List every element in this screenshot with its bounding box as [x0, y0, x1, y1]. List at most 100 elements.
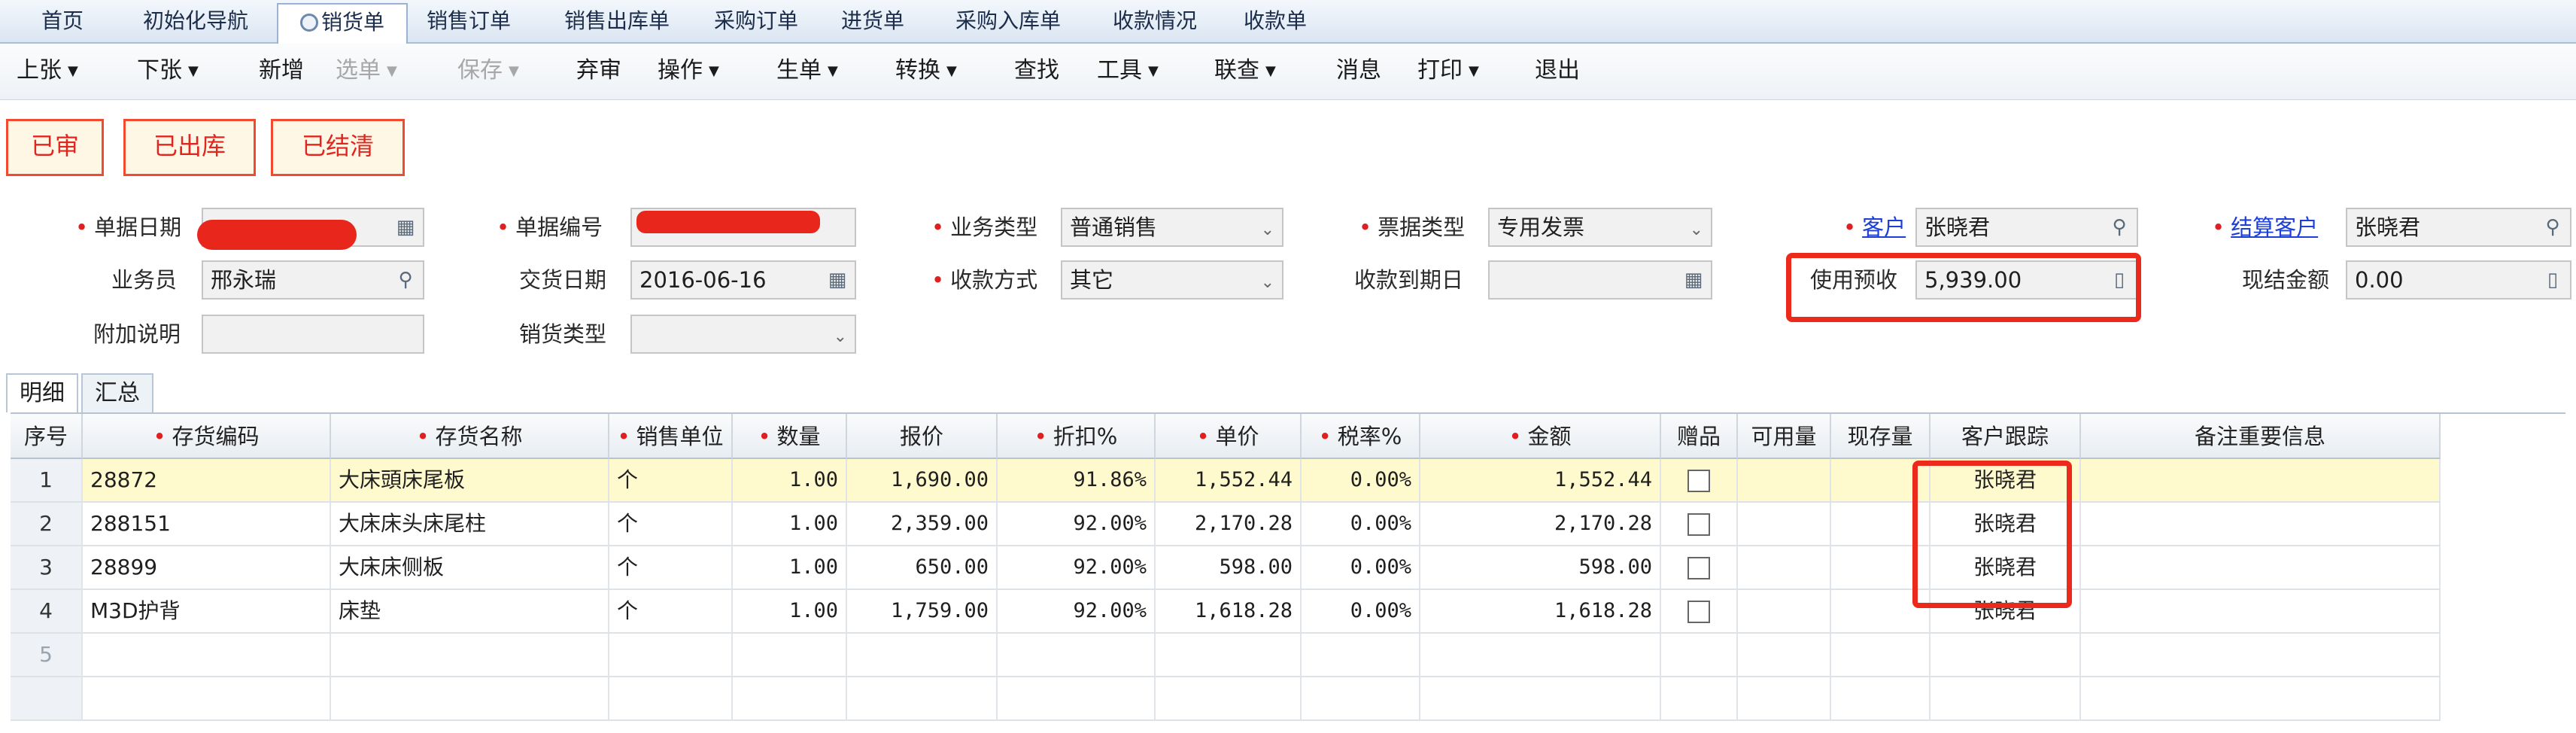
price-cell[interactable]	[1156, 634, 1302, 676]
table-row[interactable]: 3 28899 大床床侧板 个 1.00 650.00 92.00% 598.0…	[11, 546, 2441, 590]
item-name-cell[interactable]: 大床床头床尾柱	[331, 503, 609, 545]
subtab-detail[interactable]: 明细	[6, 373, 78, 412]
item-code-cell[interactable]: 288151	[83, 503, 331, 545]
linked-query-button[interactable]: 联查 ▼	[1214, 54, 1276, 87]
item-code-cell[interactable]: 28899	[83, 546, 331, 589]
gift-checkbox[interactable]	[1687, 470, 1710, 492]
find-button[interactable]: 查找	[1014, 54, 1059, 87]
amount-cell[interactable]	[1420, 677, 1661, 719]
print-button[interactable]: 打印 ▼	[1417, 54, 1479, 87]
quote-cell[interactable]: 650.00	[847, 546, 998, 589]
calculator-icon[interactable]: ▯	[2540, 267, 2565, 293]
price-cell[interactable]: 2,170.28	[1156, 503, 1302, 545]
search-icon[interactable]: ⚲	[2107, 214, 2132, 240]
customer-link[interactable]: 客户	[1862, 214, 1906, 240]
operations-button[interactable]: 操作 ▼	[658, 54, 719, 87]
table-row[interactable]: 4 M3D护背 床垫 个 1.00 1,759.00 92.00% 1,618.…	[11, 590, 2441, 634]
unit-cell[interactable]: 个	[609, 590, 733, 632]
message-button[interactable]: 消息	[1336, 54, 1381, 87]
tab-purchase-receipt[interactable]: 进货单	[828, 3, 918, 41]
tab-sales-outbound[interactable]: 销售出库单	[542, 3, 692, 41]
calendar-icon[interactable]: ▦	[1681, 267, 1706, 293]
prev-button[interactable]: 上张 ▼	[17, 54, 78, 87]
qty-cell[interactable]: 1.00	[733, 459, 847, 501]
price-cell[interactable]: 1,552.44	[1156, 459, 1302, 501]
save-button[interactable]: 保存 ▼	[457, 54, 519, 87]
item-name-cell[interactable]	[331, 634, 609, 676]
biz-type-select[interactable]: 普通销售 ⌄	[1061, 208, 1283, 247]
remark-cell[interactable]	[2081, 590, 2441, 632]
remark-cell[interactable]	[2081, 677, 2441, 719]
tab-purchase-order[interactable]: 采购订单	[700, 3, 813, 41]
delivery-date-field[interactable]: 2016-06-16 ▦	[630, 260, 856, 300]
item-code-cell[interactable]	[83, 634, 331, 676]
amount-cell[interactable]: 1,552.44	[1420, 459, 1661, 501]
unit-cell[interactable]	[609, 634, 733, 676]
customer-field[interactable]: 张晓君 ⚲	[1915, 208, 2138, 247]
new-button[interactable]: 新增	[259, 54, 304, 87]
qty-cell[interactable]	[733, 677, 847, 719]
col-header-gift[interactable]: 赠品	[1661, 414, 1738, 459]
col-header-name[interactable]: • 存货名称	[331, 414, 609, 459]
gift-checkbox[interactable]	[1687, 513, 1710, 536]
tax-cell[interactable]: 0.00%	[1302, 590, 1420, 632]
tab-receipt[interactable]: 收款单	[1226, 3, 1324, 41]
qty-cell[interactable]: 1.00	[733, 546, 847, 589]
discount-cell[interactable]: 92.00%	[998, 546, 1156, 589]
col-header-discount[interactable]: • 折扣%	[998, 414, 1156, 459]
quote-cell[interactable]	[847, 634, 998, 676]
qty-cell[interactable]: 1.00	[733, 503, 847, 545]
qty-cell[interactable]	[733, 634, 847, 676]
tab-collection-status[interactable]: 收款情况	[1098, 3, 1211, 41]
remark-cell[interactable]	[2081, 459, 2441, 501]
calendar-icon[interactable]: ▦	[393, 214, 418, 240]
tab-sales-invoice[interactable]: 销货单	[277, 3, 408, 44]
tools-button[interactable]: 工具 ▼	[1097, 54, 1159, 87]
amount-cell[interactable]: 2,170.28	[1420, 503, 1661, 545]
col-header-tax[interactable]: • 税率%	[1302, 414, 1420, 459]
exit-button[interactable]: 退出	[1535, 54, 1580, 87]
discount-cell[interactable]: 91.86%	[998, 459, 1156, 501]
due-date-field[interactable]: ▦	[1488, 260, 1712, 300]
col-header-quote[interactable]: 报价	[847, 414, 998, 459]
item-name-cell[interactable]	[331, 677, 609, 719]
sales-type-select[interactable]: ⌄	[630, 315, 856, 354]
discount-cell[interactable]	[998, 677, 1156, 719]
col-header-code[interactable]: • 存货编码	[83, 414, 331, 459]
next-button[interactable]: 下张 ▼	[137, 54, 199, 87]
item-name-cell[interactable]: 大床頭床尾板	[331, 459, 609, 501]
col-header-no[interactable]: 序号	[11, 414, 83, 459]
tab-init-nav[interactable]: 初始化导航	[120, 3, 271, 41]
table-row[interactable]: 5	[11, 634, 2441, 677]
unit-cell[interactable]: 个	[609, 546, 733, 589]
table-row[interactable]: 2 288151 大床床头床尾柱 个 1.00 2,359.00 92.00% …	[11, 503, 2441, 546]
calendar-icon[interactable]: ▦	[825, 267, 850, 293]
remark-cell[interactable]	[2081, 546, 2441, 589]
remark-cell[interactable]	[2081, 634, 2441, 676]
customer-track-cell[interactable]	[1930, 634, 2081, 676]
discount-cell[interactable]	[998, 634, 1156, 676]
table-row[interactable]	[11, 677, 2441, 721]
table-row[interactable]: 1 28872 大床頭床尾板 个 1.00 1,690.00 91.86% 1,…	[11, 459, 2441, 503]
item-code-cell[interactable]	[83, 677, 331, 719]
price-cell[interactable]	[1156, 677, 1302, 719]
price-cell[interactable]: 598.00	[1156, 546, 1302, 589]
tax-cell[interactable]	[1302, 677, 1420, 719]
customer-track-cell[interactable]	[1930, 677, 2081, 719]
tab-sales-order[interactable]: 销售订单	[412, 3, 525, 41]
col-header-stock[interactable]: 现存量	[1831, 414, 1930, 459]
settle-customer-link[interactable]: 结算客户	[2231, 214, 2318, 240]
amount-cell[interactable]: 598.00	[1420, 546, 1661, 589]
tax-cell[interactable]: 0.00%	[1302, 546, 1420, 589]
tab-home[interactable]: 首页	[14, 3, 111, 41]
convert-button[interactable]: 转换 ▼	[895, 54, 957, 87]
quote-cell[interactable]: 1,759.00	[847, 590, 998, 632]
tax-cell[interactable]: 0.00%	[1302, 459, 1420, 501]
col-header-available[interactable]: 可用量	[1738, 414, 1831, 459]
quote-cell[interactable]: 1,690.00	[847, 459, 998, 501]
tax-cell[interactable]	[1302, 634, 1420, 676]
col-header-qty[interactable]: • 数量	[733, 414, 847, 459]
cash-amount-field[interactable]: 0.00 ▯	[2346, 260, 2571, 300]
qty-cell[interactable]: 1.00	[733, 590, 847, 632]
amount-cell[interactable]: 1,618.28	[1420, 590, 1661, 632]
